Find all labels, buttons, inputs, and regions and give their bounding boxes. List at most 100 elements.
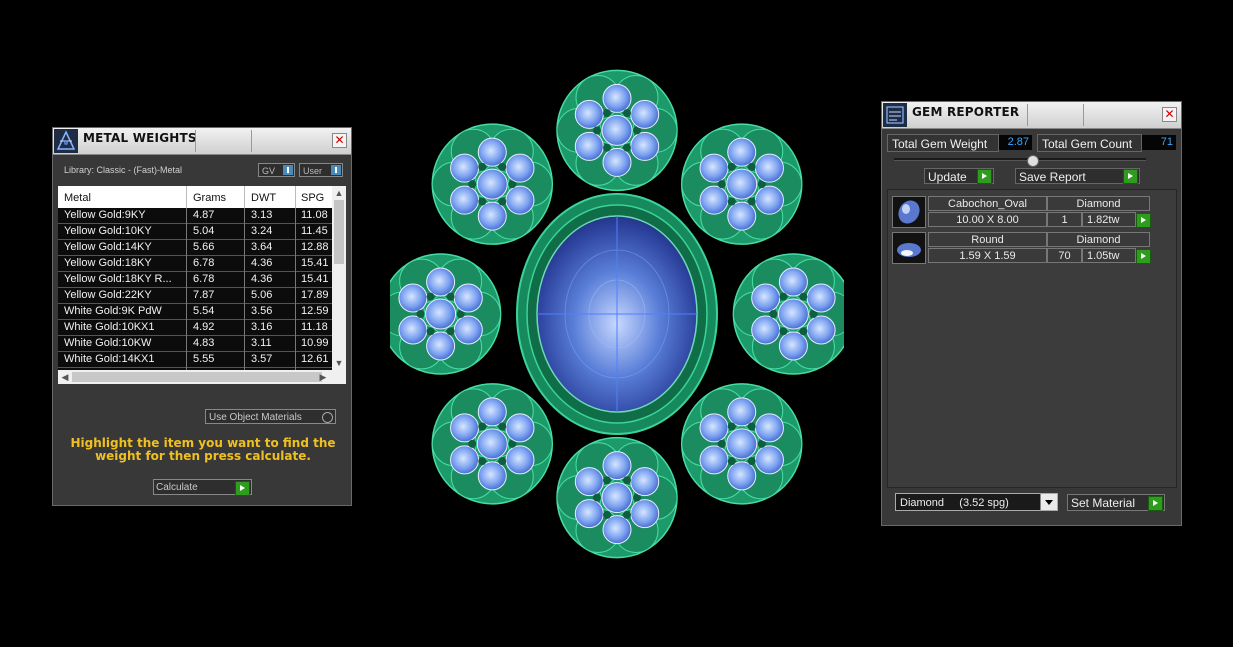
column-divider	[186, 224, 187, 240]
accent-stone	[751, 283, 781, 313]
gem-row[interactable]: Round Diamond 1.59 X 1.59 70 1.05tw	[892, 232, 1151, 265]
metal-weights-icon	[54, 129, 78, 153]
table-row[interactable]: Yellow Gold:18KY 6.78 4.36 15.41	[58, 256, 332, 272]
table-cell: 4.92	[193, 321, 215, 333]
prong	[623, 476, 631, 485]
column-divider	[295, 240, 296, 256]
col-header-spg[interactable]: SPG	[301, 192, 324, 204]
accent-stone	[630, 99, 660, 129]
metal-weights-close-button[interactable]: ✕	[332, 133, 347, 148]
save-report-button[interactable]: Save Report	[1015, 168, 1140, 184]
metal-table[interactable]: Metal Grams DWT SPG Yellow Gold:9KY 4.87 3…	[58, 186, 346, 384]
play-arrow-icon	[1148, 496, 1163, 511]
set-material-button[interactable]: Set Material	[1067, 494, 1165, 511]
accent-stone	[398, 283, 428, 313]
table-cell: 3.64	[251, 241, 273, 253]
gem-reporter-close-button[interactable]: ✕	[1162, 107, 1177, 122]
scroll-up-icon[interactable]: ▲	[332, 186, 346, 200]
ring-3d-viewport[interactable]	[379, 66, 855, 562]
halo-cluster	[680, 383, 803, 505]
table-row[interactable]: White Gold:10KW 4.83 3.11 10.99	[58, 336, 332, 352]
gem-size: 1.59 X 1.59	[928, 248, 1047, 263]
gem-reporter-title: GEM REPORTER	[912, 105, 1020, 119]
prong	[478, 422, 487, 431]
accent-stone	[476, 428, 508, 460]
gem-row[interactable]: Cabochon_Oval Diamond 10.00 X 8.00 1 1.82tw	[892, 196, 1151, 229]
scroll-down-icon[interactable]: ▼	[332, 356, 346, 370]
column-divider	[244, 240, 245, 256]
col-header-dwt[interactable]: DWT	[251, 192, 276, 204]
prong	[603, 510, 611, 519]
accent-stone	[602, 451, 632, 481]
gem-material: Diamond	[1047, 232, 1150, 247]
prong	[468, 180, 477, 189]
horizontal-scrollbar[interactable]: ◀ ▶	[58, 370, 346, 384]
scroll-left-icon[interactable]: ◀	[58, 370, 72, 384]
table-row[interactable]: White Gold:14KX1 5.55 3.57 12.61	[58, 352, 332, 368]
col-header-metal[interactable]: Metal	[64, 192, 91, 204]
accent-stone	[505, 185, 535, 215]
gem-count: 70	[1047, 248, 1082, 263]
prong	[446, 292, 455, 301]
scroll-right-icon[interactable]: ▶	[316, 370, 330, 384]
calculate-button[interactable]: Calculate	[153, 479, 252, 496]
accent-stone	[601, 482, 633, 514]
material-select[interactable]: Diamond (3.52 spg)	[895, 493, 1058, 511]
table-row[interactable]: Yellow Gold:22KY 7.87 5.06 17.89	[58, 288, 332, 304]
prong	[799, 292, 808, 301]
accent-stone	[602, 515, 632, 545]
table-row[interactable]: Yellow Gold:14KY 5.66 3.64 12.88	[58, 240, 332, 256]
prong	[769, 310, 778, 318]
column-divider	[295, 336, 296, 352]
prong	[478, 162, 487, 171]
table-cell: 7.87	[193, 289, 215, 301]
accent-stone	[450, 185, 480, 215]
table-row[interactable]: Yellow Gold:9KY 4.87 3.13 11.08	[58, 208, 332, 224]
save-report-label: Save Report	[1019, 170, 1086, 184]
metal-weights-titlebar[interactable]: METAL WEIGHTS ✕	[53, 128, 351, 155]
column-divider	[295, 304, 296, 320]
column-divider	[186, 272, 187, 288]
scroll-thumb[interactable]	[72, 372, 322, 382]
material-select-value: Diamond (3.52 spg)	[900, 497, 1009, 509]
table-cell: 5.06	[251, 289, 273, 301]
prong	[478, 457, 487, 466]
table-row[interactable]: White Gold:9K PdW 5.54 3.56 12.59	[58, 304, 332, 320]
accent-stone	[602, 83, 632, 113]
col-header-grams[interactable]: Grams	[193, 192, 226, 204]
use-object-materials-toggle[interactable]: Use Object Materials	[205, 409, 336, 424]
accent-stone	[699, 445, 729, 475]
user-toggle[interactable]: User	[299, 163, 343, 177]
metal-table-body: Yellow Gold:9KY 4.87 3.13 11.08 Yellow Gold:…	[58, 208, 332, 384]
gem-reporter-titlebar[interactable]: GEM REPORTER ✕	[882, 102, 1181, 129]
column-divider	[295, 256, 296, 272]
update-button[interactable]: Update	[924, 168, 994, 184]
table-cell: Yellow Gold:9KY	[64, 209, 146, 221]
prong	[478, 197, 487, 206]
prong	[727, 457, 736, 466]
accent-stone	[602, 147, 632, 177]
accent-stone	[398, 315, 428, 345]
collapse-knob-icon[interactable]	[1027, 155, 1039, 167]
toggle-knob-icon	[331, 165, 341, 175]
title-divider	[251, 130, 252, 152]
gv-toggle[interactable]: GV	[258, 163, 295, 177]
scroll-thumb[interactable]	[334, 200, 344, 264]
gem-list[interactable]: Cabochon_Oval Diamond 10.00 X 8.00 1 1.82tw R…	[887, 189, 1177, 488]
table-row[interactable]: Yellow Gold:10KY 5.04 3.24 11.45	[58, 224, 332, 240]
accent-stone	[425, 298, 457, 330]
table-row[interactable]: White Gold:10KX1 4.92 3.16 11.18	[58, 320, 332, 336]
accent-stone	[727, 201, 757, 231]
column-divider	[244, 336, 245, 352]
column-divider	[295, 352, 296, 368]
gem-weight: 1.82tw	[1082, 212, 1136, 227]
gem-row-action-button[interactable]	[1136, 249, 1151, 264]
play-arrow-icon	[977, 169, 992, 184]
table-row[interactable]: Yellow Gold:18KY R... 6.78 4.36 15.41	[58, 272, 332, 288]
vertical-scrollbar[interactable]: ▲ ▼	[332, 186, 346, 370]
accent-stone	[727, 397, 757, 427]
table-cell: Yellow Gold:18KY R...	[64, 273, 172, 285]
column-divider	[186, 320, 187, 336]
gem-row-action-button[interactable]	[1136, 213, 1151, 228]
table-cell: 3.24	[251, 225, 273, 237]
